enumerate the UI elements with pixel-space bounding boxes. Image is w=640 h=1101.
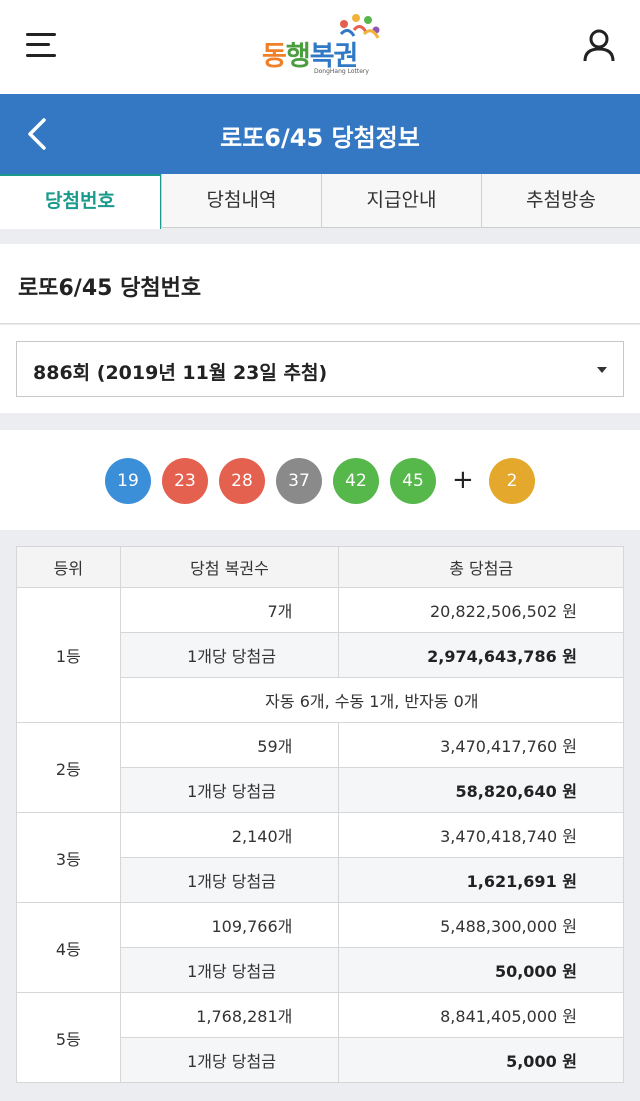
table-row: 4등 109,766개 5,488,300,000 원 — [16, 902, 624, 993]
number-ball: 45 — [390, 458, 436, 504]
number-ball: 42 — [333, 458, 379, 504]
logo-subtitle: DongHang Lottery — [314, 68, 369, 75]
tab-payment-guide[interactable]: 지급안내 — [321, 174, 481, 228]
number-ball: 23 — [162, 458, 208, 504]
menu-icon[interactable] — [26, 30, 58, 60]
table-row: 2등 59개 3,470,417,760 원 — [16, 722, 624, 813]
rank-cell: 2등 — [16, 722, 121, 813]
rank-cell: 4등 — [16, 902, 121, 993]
table-row: 1등 7개 20,822,506,502 원 — [16, 587, 624, 723]
dropdown-caret-icon — [597, 367, 607, 373]
draw-select-area: 886회 (2019년 11월 23일 추첨) — [0, 325, 640, 413]
per-ticket-prize-cell: 5,000 원 — [338, 1037, 624, 1083]
donghang-lottery-logo[interactable]: 동행복권 DongHang Lottery — [262, 12, 382, 82]
total-prize-cell: 3,470,417,760 원 — [338, 722, 624, 768]
per-ticket-label: 1개당 당첨금 — [119, 767, 340, 813]
tab-winning-details[interactable]: 당첨내역 — [161, 174, 321, 228]
top-bar: 동행복권 DongHang Lottery — [0, 0, 640, 94]
section-header: 로또6/45 당첨번호 — [0, 244, 640, 324]
table-row: 5등 1,768,281개 8,841,405,000 원 — [16, 992, 624, 1083]
plus-sign: + — [452, 465, 474, 495]
per-ticket-label: 1개당 당첨금 — [119, 1037, 340, 1083]
per-ticket-prize-cell: 50,000 원 — [338, 947, 624, 993]
section-title: 로또6/45 당첨번호 — [18, 276, 202, 301]
per-ticket-label: 1개당 당첨금 — [119, 857, 340, 903]
tab-winning-numbers[interactable]: 당첨번호 — [0, 174, 161, 229]
user-icon[interactable] — [582, 28, 616, 62]
total-prize-cell: 20,822,506,502 원 — [338, 587, 624, 633]
page-title: 로또6/45 당첨정보 — [220, 124, 420, 152]
total-prize-cell: 3,470,418,740 원 — [338, 812, 624, 858]
header-count: 당첨 복권수 — [119, 546, 340, 588]
number-ball: 28 — [219, 458, 265, 504]
total-prize-cell: 5,488,300,000 원 — [338, 902, 624, 948]
header-total: 총 당첨금 — [338, 546, 624, 588]
draw-select[interactable]: 886회 (2019년 11월 23일 추첨) — [16, 341, 624, 397]
per-ticket-label: 1개당 당첨금 — [119, 947, 340, 993]
winner-count-cell: 1,768,281개 — [119, 992, 340, 1038]
bonus-number-ball: 2 — [489, 458, 535, 504]
draw-select-value: 886회 (2019년 11월 23일 추첨) — [33, 362, 328, 384]
prize-table: 등위 당첨 복권수 총 당첨금 1등 7개 20,822,506,502 원 1… — [16, 546, 625, 1083]
winner-count-cell: 7개 — [119, 587, 340, 633]
per-ticket-prize-cell: 58,820,640 원 — [338, 767, 624, 813]
total-prize-cell: 8,841,405,000 원 — [338, 992, 624, 1038]
rank-cell: 3등 — [16, 812, 121, 903]
winner-count-cell: 59개 — [119, 722, 340, 768]
winning-numbers: 19 23 28 37 42 45 + 2 — [0, 430, 640, 530]
winner-count-cell: 109,766개 — [119, 902, 340, 948]
per-ticket-prize-cell: 1,621,691 원 — [338, 857, 624, 903]
rank-cell: 5등 — [16, 992, 121, 1083]
rank-cell: 1등 — [16, 587, 121, 723]
prize-table-area: 등위 당첨 복권수 총 당첨금 1등 7개 20,822,506,502 원 1… — [0, 530, 640, 1101]
tab-bar: 당첨번호 당첨내역 지급안내 추첨방송 — [0, 174, 640, 229]
table-row: 3등 2,140개 3,470,418,740 원 — [16, 812, 624, 903]
purchase-type-note: 자동 6개, 수동 1개, 반자동 0개 — [119, 677, 625, 723]
number-ball: 19 — [105, 458, 151, 504]
per-ticket-prize-cell: 2,974,643,786 원 — [338, 632, 624, 678]
number-ball: 37 — [276, 458, 322, 504]
table-header-row: 등위 당첨 복권수 총 당첨금 — [16, 546, 624, 588]
header-rank: 등위 — [16, 546, 121, 588]
winner-count-cell: 2,140개 — [119, 812, 340, 858]
tab-draw-broadcast[interactable]: 추첨방송 — [481, 174, 640, 228]
page-header: 로또6/45 당첨정보 — [0, 94, 640, 174]
per-ticket-label: 1개당 당첨금 — [119, 632, 340, 678]
